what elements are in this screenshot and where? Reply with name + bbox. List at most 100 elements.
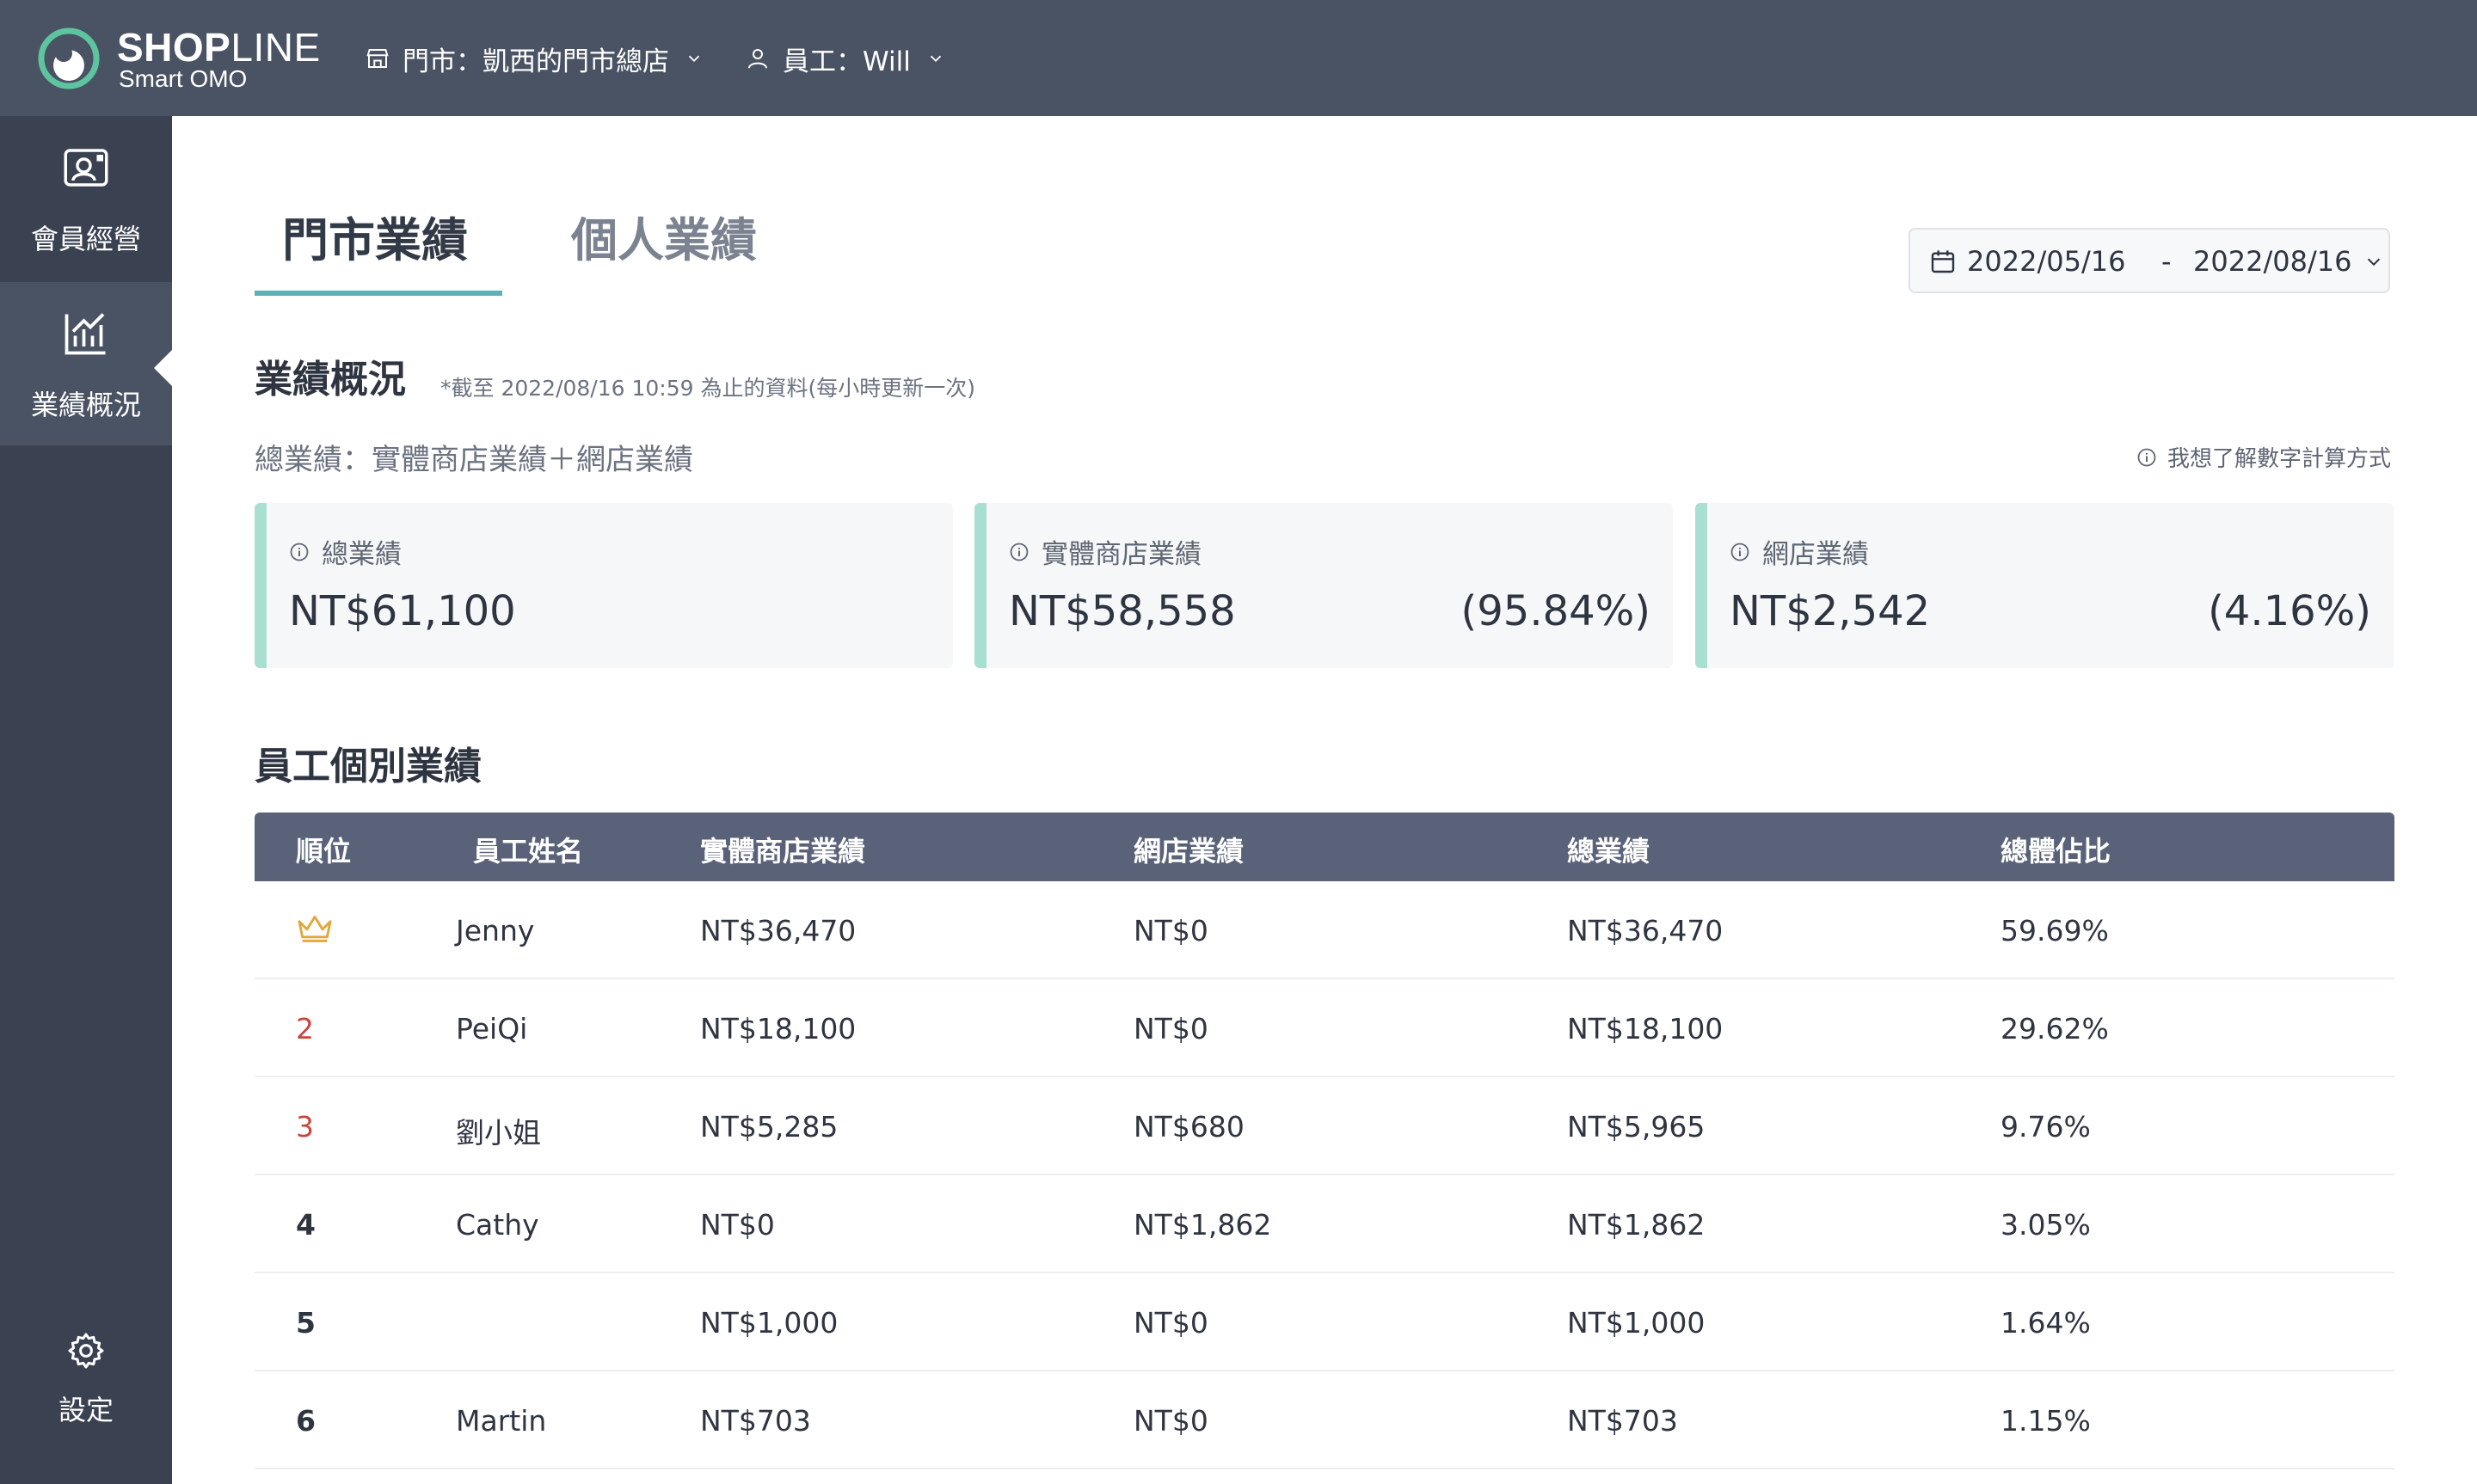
top-bar: SHOPLINE Smart OMO 門市：凱西的門市總店 員工：Will	[0, 0, 2477, 116]
card-label: 總業績	[289, 532, 402, 571]
column-header-total-sales[interactable]: 總業績	[1567, 830, 1650, 869]
sales-share: 1.15%	[2001, 1404, 2091, 1438]
rank: 5	[296, 1306, 316, 1340]
online-sales-card: 網店業績 NT$2,542 (4.16%)	[1695, 503, 2394, 668]
staff-performance-title: 員工個別業績	[255, 745, 482, 788]
sidebar: 會員經營 業績概況 設定	[0, 116, 173, 1484]
sales-share: 1.64%	[2001, 1306, 2091, 1340]
staff-name: Cathy	[456, 1208, 539, 1242]
sidebar-item-settings[interactable]: 設定	[0, 1313, 172, 1468]
table-row[interactable]: 6 Martin NT$703 NT$0 NT$703 1.15%	[255, 1371, 2394, 1469]
rank: 6	[296, 1404, 316, 1438]
sidebar-item-label: 會員經營	[30, 223, 141, 255]
sidebar-item-label: 業績概況	[30, 389, 141, 421]
chart-icon	[65, 313, 106, 355]
brand-name: SHOPLINE	[117, 25, 321, 70]
table-row[interactable]: 2 PeiQi NT$18,100 NT$0 NT$18,100 29.62%	[255, 979, 2394, 1077]
rank: 3	[296, 1110, 314, 1144]
staff-name: Jenny	[456, 914, 535, 947]
card-label-text: 網店業績	[1762, 539, 1869, 570]
store-selector[interactable]: 門市：凱西的門市總店	[365, 38, 704, 79]
card-label-text: 實體商店業績	[1042, 539, 1202, 570]
sidebar-item-members[interactable]: 會員經營	[0, 116, 172, 279]
online-sales: NT$680	[1134, 1110, 1245, 1144]
store-sales: NT$18,100	[700, 1012, 857, 1046]
store-sales-card: 實體商店業績 NT$58,558 (95.84%)	[974, 503, 1673, 668]
info-icon[interactable]	[1730, 542, 1750, 562]
card-label: 網店業績	[1730, 532, 1869, 571]
card-percentage: (95.84%)	[1460, 587, 1650, 635]
chevron-down-icon	[930, 55, 941, 63]
card-label: 實體商店業績	[1009, 532, 1202, 571]
shopline-logo[interactable]: SHOPLINE Smart OMO	[38, 24, 322, 93]
help-link-label: 我想了解數字計算方式	[2167, 446, 2392, 472]
info-icon[interactable]	[1009, 542, 1030, 562]
total-formula: 總業績：實體商店業績＋網店業績	[255, 443, 693, 477]
gear-icon	[68, 1333, 104, 1369]
store-sales: NT$36,470	[700, 914, 857, 947]
store-selector-label: 門市：凱西的門市總店	[403, 46, 669, 77]
chevron-down-icon	[2367, 258, 2381, 267]
table-row[interactable]: 5 NT$1,000 NT$0 NT$1,000 1.64%	[255, 1273, 2394, 1371]
info-icon[interactable]	[289, 542, 310, 562]
table-row[interactable]: 3 劉小姐 NT$5,285 NT$680 NT$5,965 9.76%	[255, 1077, 2394, 1175]
sales-share: 9.76%	[2001, 1110, 2091, 1144]
sales-share: 29.62%	[2001, 1012, 2109, 1046]
staff-name: Martin	[456, 1404, 547, 1438]
main-content: 門市業績 個人業績 2022/05/16 - 2022/08/16 業績概況 *…	[172, 116, 2477, 1484]
column-header-share[interactable]: 總體佔比	[2001, 830, 2111, 869]
store-sales: NT$1,000	[700, 1306, 839, 1340]
card-value: NT$2,542	[1730, 587, 1931, 635]
online-sales: NT$0	[1134, 914, 1208, 947]
column-header-name[interactable]: 員工姓名	[473, 830, 583, 869]
store-sales: NT$703	[700, 1404, 811, 1438]
online-sales: NT$0	[1134, 1404, 1208, 1438]
date-separator: -	[2161, 245, 2172, 278]
data-update-note: *截至 2022/08/16 10:59 為止的資料(每小時更新一次)	[440, 376, 975, 401]
date-range-picker[interactable]: 2022/05/16 - 2022/08/16	[1908, 228, 2390, 293]
staff-performance-table: 順位 員工姓名 實體商店業績 網店業績 總業績 總體佔比 Jenny NT$36…	[255, 813, 2394, 1469]
member-card-icon	[64, 149, 108, 187]
store-sales: NT$0	[700, 1208, 775, 1242]
sidebar-item-performance[interactable]: 業績概況	[0, 282, 173, 445]
date-start: 2022/05/16	[1967, 245, 2126, 278]
sidebar-item-label: 設定	[58, 1394, 114, 1426]
card-label-text: 總業績	[322, 539, 402, 570]
tab-store-performance[interactable]: 門市業績	[282, 202, 468, 270]
rank: 4	[296, 1208, 316, 1242]
sales-share: 59.69%	[2001, 914, 2109, 947]
total-sales: NT$18,100	[1567, 1012, 1724, 1046]
total-sales: NT$36,470	[1567, 914, 1724, 947]
table-row[interactable]: Jenny NT$36,470 NT$0 NT$36,470 59.69%	[255, 881, 2394, 979]
card-percentage: (4.16%)	[2208, 587, 2371, 635]
calculation-help-link[interactable]: 我想了解數字計算方式	[2136, 441, 2391, 473]
card-value: NT$61,100	[289, 587, 516, 635]
total-sales: NT$5,965	[1567, 1110, 1706, 1144]
brand-subtitle: Smart OMO	[119, 65, 248, 92]
store-icon	[366, 49, 389, 68]
calendar-icon	[1931, 250, 1955, 273]
staff-name: 劉小姐	[456, 1116, 541, 1150]
total-sales-card: 總業績 NT$61,100	[255, 503, 953, 668]
column-header-rank[interactable]: 順位	[296, 830, 351, 869]
staff-selector[interactable]: 員工：Will	[745, 38, 945, 79]
column-header-store-sales[interactable]: 實體商店業績	[700, 830, 865, 869]
total-sales: NT$1,862	[1567, 1208, 1706, 1242]
shopline-logo-icon	[38, 28, 100, 89]
staff-name: PeiQi	[456, 1012, 528, 1046]
table-header: 順位 員工姓名 實體商店業績 網店業績 總業績 總體佔比	[255, 813, 2394, 881]
total-sales: NT$1,000	[1567, 1306, 1706, 1340]
store-sales: NT$5,285	[700, 1110, 839, 1144]
tab-personal-performance[interactable]: 個人業績	[571, 202, 757, 270]
card-value: NT$58,558	[1009, 587, 1236, 635]
crown-icon	[296, 912, 334, 950]
rank: 2	[296, 1012, 314, 1046]
overview-title: 業績概況	[255, 358, 406, 402]
total-sales: NT$703	[1567, 1404, 1678, 1438]
chevron-down-icon	[688, 55, 700, 63]
info-icon	[2137, 448, 2156, 466]
online-sales: NT$0	[1134, 1012, 1208, 1046]
column-header-online-sales[interactable]: 網店業績	[1134, 830, 1244, 869]
date-end: 2022/08/16	[2193, 245, 2352, 278]
table-row[interactable]: 4 Cathy NT$0 NT$1,862 NT$1,862 3.05%	[255, 1175, 2394, 1273]
